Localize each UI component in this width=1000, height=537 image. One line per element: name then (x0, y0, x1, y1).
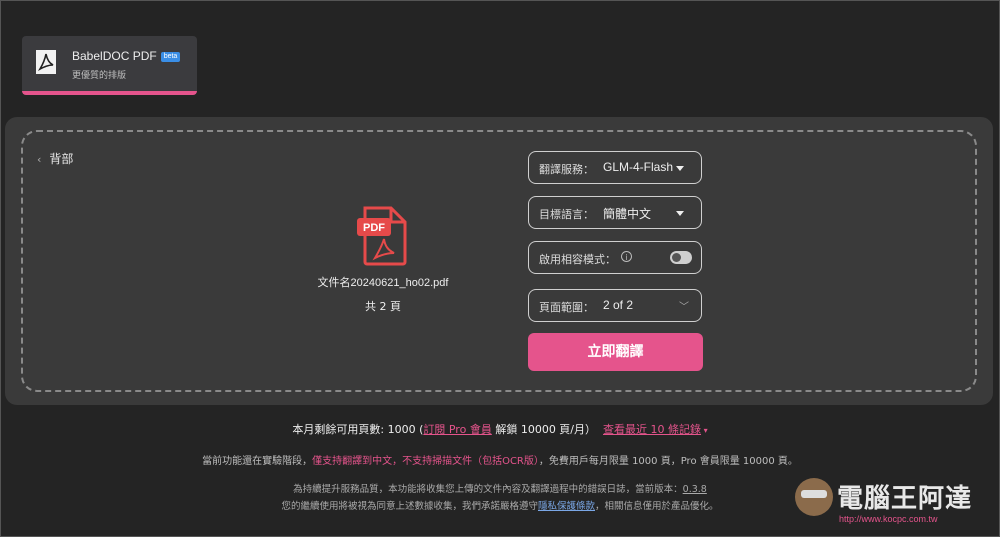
info-icon[interactable]: i (621, 251, 632, 262)
caret-down-icon (676, 166, 684, 171)
version-number: 0.3.8 (682, 484, 707, 495)
tab-title: BabelDOC PDF beta (72, 49, 181, 63)
watermark-text: 電腦王阿達 (837, 484, 973, 514)
view-history-link[interactable]: 查看最近 10 條記錄 (603, 423, 701, 436)
caret-down-icon (676, 211, 684, 216)
service-value: GLM-4-Flash (603, 160, 674, 174)
compat-label: 啟用相容模式： (539, 253, 616, 266)
compat-mode-field: 啟用相容模式： i (528, 241, 702, 274)
tab-subtitle: 更優質的排版 (72, 71, 127, 81)
mascot-icon (795, 478, 833, 516)
notice-text-c: ，免費用戶每月限量 1000 頁，Pro 會員限量 10000 頁。 (538, 456, 798, 467)
translate-now-button[interactable]: 立即翻譯 (528, 333, 703, 371)
range-value: 2 of 2 (603, 298, 634, 312)
privacy-text-2b: ，相關信息僅用於產品優化。 (595, 501, 719, 512)
quota-info: 本月剩餘可用頁數: 1000 (訂閱 Pro 會員 解鎖 10000 頁/月） … (0, 421, 1000, 437)
watermark-logo: 電腦王阿達 http://www.kocpc.com.tw (795, 472, 990, 530)
language-value: 簡體中文 (603, 207, 652, 221)
chevron-left-icon: ‹ (37, 153, 42, 166)
target-language-select[interactable]: 目標語言： 簡體中文 (528, 196, 702, 229)
subscribe-pro-link[interactable]: 訂閱 Pro 會員 (423, 423, 491, 436)
caret-down-icon: ▾ (701, 426, 708, 435)
compat-mode-toggle[interactable] (670, 251, 692, 264)
page-range-select[interactable]: 頁面範圍： 2 of 2 ﹀ (528, 289, 702, 322)
privacy-text-2a: 您的繼續使用將被視為同意上述數據收集，我們承諾嚴格遵守 (281, 501, 538, 512)
service-label: 翻譯服務： (539, 163, 594, 176)
notice-text-a: 當前功能還在實驗階段， (202, 456, 313, 467)
range-label: 頁面範圍： (539, 301, 594, 314)
watermark-url: http://www.kocpc.com.tw (839, 514, 938, 524)
quota-unlock: 解鎖 10000 頁/月） (491, 423, 597, 436)
back-label: 背部 (49, 152, 74, 166)
privacy-text-1: 為持續提升服務品質，本功能將收集您上傳的文件內容及翻譯過程中的錯誤日誌，當前版本… (293, 484, 683, 495)
back-button[interactable]: ‹ 背部 (37, 150, 73, 167)
file-name: 文件名20240621_ho02.pdf (317, 277, 449, 289)
upload-panel (5, 117, 993, 405)
beta-badge: beta (160, 51, 181, 62)
translation-service-select[interactable]: 翻譯服務： GLM-4-Flash (528, 151, 702, 184)
pdf-icon-label: PDF (363, 222, 385, 234)
quota-prefix: 本月剩餘可用頁數: 1000 ( (292, 423, 424, 436)
pdf-acrobat-icon (36, 50, 56, 74)
privacy-policy-link[interactable]: 隱私保護條款 (538, 501, 595, 512)
page-count: 共 2 頁 (365, 300, 401, 313)
chevron-down-icon: ﹀ (679, 302, 689, 313)
dropzone (21, 130, 977, 392)
language-label: 目標語言： (539, 208, 594, 221)
notice-highlight: 僅支持翻譯到中文，不支持掃描文件（包括OCR版） (312, 456, 539, 467)
experimental-notice: 當前功能還在實驗階段，僅支持翻譯到中文，不支持掃描文件（包括OCR版），免費用戶… (0, 452, 1000, 467)
babeldoc-tab[interactable]: BabelDOC PDF beta 更優質的排版 (22, 36, 197, 95)
pdf-file-icon: PDF (357, 206, 407, 266)
